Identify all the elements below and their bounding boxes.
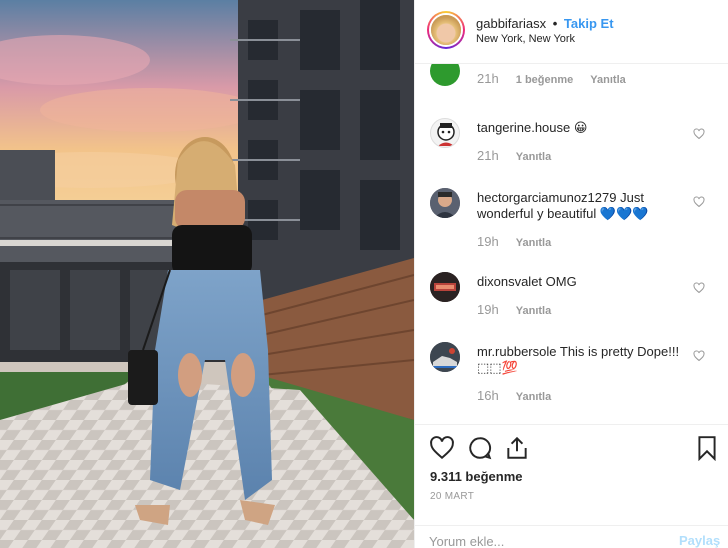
reply-button[interactable]: Yanıtla — [516, 305, 551, 317]
reply-button[interactable]: Yanıtla — [590, 74, 625, 86]
comment-time: 16h — [477, 388, 499, 403]
comment-meta: 16h Yanıtla — [477, 388, 565, 403]
chevron-down-icon[interactable] — [693, 64, 705, 66]
comment-meta: 19h Yanıtla — [477, 302, 565, 317]
post-date: 20 MART — [430, 491, 475, 502]
like-heart-icon[interactable] — [429, 435, 455, 461]
like-comment-icon[interactable] — [693, 128, 705, 140]
post-header: gabbifariasx • Takip Et New York, New Yo… — [415, 0, 728, 64]
comment-composer: Paylaş — [415, 525, 728, 548]
comment-text: hectorgarciamunoz1279 Just wonderful y b… — [477, 190, 697, 222]
post-actions: 9.311 beğenme 20 MART Paylaş — [415, 424, 728, 548]
separator-dot: • — [552, 16, 558, 31]
author-line: gabbifariasx • Takip Et — [476, 16, 614, 31]
post-image — [0, 0, 414, 548]
comment-username[interactable]: tangerine.house — [477, 120, 570, 135]
comment-time: 19h — [477, 234, 499, 249]
comment-username[interactable]: dixonsvalet — [477, 274, 542, 289]
comment-time: 19h — [477, 302, 499, 317]
comment-username[interactable]: hectorgarciamunoz1279 — [477, 190, 616, 205]
comment-text: mr.rubbersole This is pretty Dope!!! ⬚⬚💯 — [477, 344, 697, 376]
likes-count[interactable]: 9.311 beğenme — [430, 469, 523, 484]
comment-meta: 21h 1 beğenme Yanıtla — [477, 71, 640, 86]
post-side-panel: gabbifariasx • Takip Et New York, New Yo… — [414, 0, 728, 548]
comment-meta: 19h Yanıtla — [477, 234, 565, 249]
sign-avatar[interactable] — [430, 272, 460, 302]
comment-username[interactable]: mr.rubbersole — [477, 344, 556, 359]
comment-text: tangerine.house 😀 — [477, 120, 697, 136]
like-comment-icon[interactable] — [693, 282, 705, 294]
like-comment-icon[interactable] — [693, 196, 705, 208]
shoe-avatar[interactable] — [430, 342, 460, 372]
comment-time: 21h — [477, 148, 499, 163]
reply-button[interactable]: Yanıtla — [516, 237, 551, 249]
like-comment-icon[interactable] — [693, 350, 705, 362]
man-avatar[interactable] — [430, 188, 460, 218]
author-avatar[interactable] — [427, 11, 465, 49]
post-location[interactable]: New York, New York — [476, 33, 575, 45]
author-username[interactable]: gabbifariasx — [476, 16, 546, 31]
bookmark-icon[interactable] — [694, 435, 720, 461]
post-comment-button[interactable]: Paylaş — [679, 533, 720, 548]
comment-meta: 21h Yanıtla — [477, 148, 565, 163]
share-icon[interactable] — [504, 435, 530, 461]
comment-bubble-icon[interactable] — [467, 435, 493, 461]
comment-input[interactable] — [429, 532, 659, 548]
comment-body: OMG — [545, 274, 577, 289]
reply-button[interactable]: Yanıtla — [516, 151, 551, 163]
cartoon-avatar[interactable] — [430, 118, 460, 148]
post-photo[interactable] — [0, 0, 414, 548]
green-avatar[interactable] — [430, 64, 460, 86]
comment-likes[interactable]: 1 beğenme — [516, 74, 573, 86]
comment-text: dixonsvalet OMG — [477, 274, 697, 290]
comments-list[interactable]: 21h 1 beğenme Yanıtla tangerine.house 😀 … — [415, 64, 728, 424]
follow-button[interactable]: Takip Et — [564, 16, 614, 31]
reply-button[interactable]: Yanıtla — [516, 391, 551, 403]
comment-body: 😀 — [573, 120, 588, 135]
comment-time: 21h — [477, 71, 499, 86]
